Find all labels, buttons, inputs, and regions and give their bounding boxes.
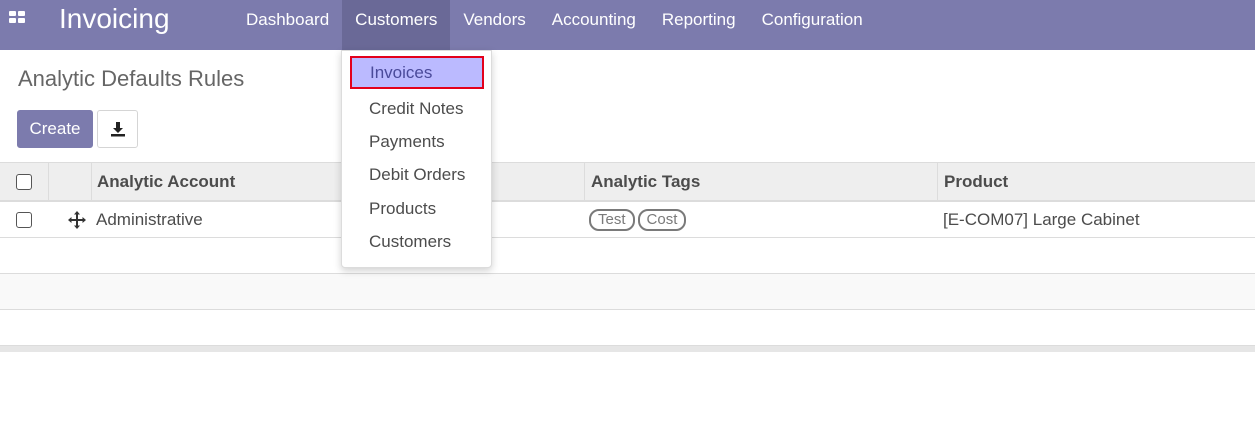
row-checkbox[interactable]: [16, 211, 32, 228]
dropdown-item-products[interactable]: Products: [350, 192, 484, 225]
dropdown-item-credit-notes[interactable]: Credit Notes: [350, 92, 484, 125]
menu-customers[interactable]: Customers: [342, 0, 451, 50]
apps-menu-icon[interactable]: [9, 11, 27, 25]
top-navbar: Invoicing Dashboard Customers Vendors Ac…: [0, 0, 1255, 50]
cell-analytic-account: Administrative: [96, 209, 203, 229]
table-empty-row: [0, 274, 1255, 310]
page-title: Analytic Defaults Rules: [18, 66, 245, 91]
table-empty-row: [0, 238, 1255, 274]
tag-badge: Cost: [637, 208, 687, 231]
column-analytic-tags[interactable]: Analytic Tags: [591, 163, 700, 200]
table-footer: [0, 346, 1255, 352]
drag-handle[interactable]: [68, 202, 86, 237]
table-empty-row: [0, 310, 1255, 346]
cell-product: [E-COM07] Large Cabinet: [943, 209, 1140, 229]
column-product[interactable]: Product: [944, 163, 1008, 200]
move-handle-icon: [68, 210, 86, 229]
dropdown-item-debit-orders[interactable]: Debit Orders: [350, 158, 484, 191]
menu-vendors[interactable]: Vendors: [450, 0, 538, 50]
create-button[interactable]: Create: [17, 110, 93, 148]
dropdown-item-invoices[interactable]: Invoices: [350, 56, 484, 89]
download-icon: [110, 122, 125, 137]
dropdown-item-customers[interactable]: Customers: [350, 225, 484, 258]
main-content: Analytic Defaults Rules Create Analytic …: [0, 50, 1255, 432]
tag-badge: Test: [589, 208, 635, 231]
table-header: Analytic Account Analytic Tags Product: [0, 162, 1255, 202]
app-title: Invoicing: [59, 3, 170, 34]
menu-configuration[interactable]: Configuration: [749, 0, 876, 50]
menu-reporting[interactable]: Reporting: [649, 0, 749, 50]
column-analytic-account[interactable]: Analytic Account: [97, 163, 235, 200]
select-all-checkbox[interactable]: [16, 173, 32, 190]
menu-dashboard[interactable]: Dashboard: [233, 0, 342, 50]
dropdown-item-payments[interactable]: Payments: [350, 125, 484, 158]
download-button[interactable]: [97, 110, 138, 148]
select-all-cell: [16, 163, 32, 200]
menu-accounting[interactable]: Accounting: [539, 0, 649, 50]
cell-analytic-tags: Test Cost: [589, 202, 689, 237]
analytic-rules-table: Analytic Account Analytic Tags Product A…: [0, 162, 1255, 346]
customers-dropdown: Invoices Credit Notes Payments Debit Ord…: [341, 50, 492, 268]
table-row[interactable]: Administrative Test Cost [E-COM07] Large…: [0, 202, 1255, 238]
main-menu: Dashboard Customers Vendors Accounting R…: [233, 0, 876, 50]
